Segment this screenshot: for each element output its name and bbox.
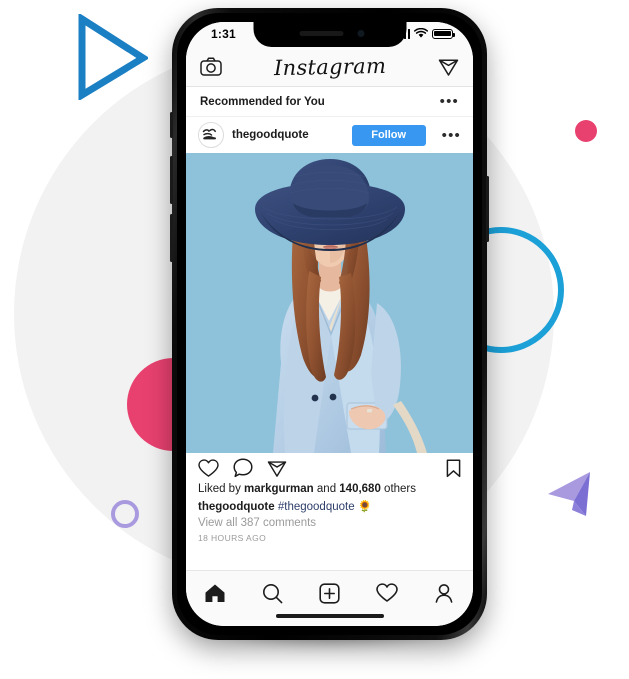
post-caption-block: Liked by markgurman and 140,680 others t… — [186, 483, 473, 547]
silent-switch[interactable] — [170, 112, 173, 138]
caption-hashtag[interactable]: #thegoodquote — [278, 501, 355, 513]
app-header: Instagram — [186, 47, 473, 87]
paper-plane-icon[interactable] — [438, 57, 459, 77]
page-background: 1:31 Instagram Recommended for You ••• t… — [0, 0, 629, 679]
view-comments-link[interactable]: View all 387 comments — [198, 517, 461, 529]
likes-suffix: others — [380, 483, 417, 495]
post-image[interactable] — [186, 153, 473, 453]
caption-emoji: 🌻 — [357, 501, 373, 513]
tab-profile[interactable] — [416, 580, 473, 606]
search-icon — [262, 583, 283, 603]
volume-down-button[interactable] — [170, 214, 173, 262]
purple-triangle-icon — [548, 470, 592, 518]
volume-up-button[interactable] — [170, 156, 173, 204]
likes-row: Liked by markgurman and 140,680 others — [198, 483, 461, 495]
caption-username[interactable]: thegoodquote — [198, 501, 275, 513]
wifi-icon — [414, 28, 428, 38]
comment-bubble-icon[interactable] — [233, 458, 253, 478]
recommended-title: Recommended for You — [200, 95, 325, 108]
earpiece-speaker — [299, 31, 343, 36]
device-notch — [253, 22, 406, 47]
heart-icon — [376, 583, 398, 602]
blue-outline-triangle-icon — [76, 14, 148, 100]
likes-count: 140,680 — [339, 483, 381, 495]
likes-username[interactable]: markgurman — [244, 483, 314, 495]
post-actions — [186, 453, 473, 483]
home-indicator[interactable] — [275, 614, 384, 618]
avatar[interactable] — [198, 122, 224, 148]
tab-search[interactable] — [243, 580, 300, 606]
person-icon — [435, 584, 453, 603]
front-camera — [357, 30, 364, 37]
post-timestamp: 18 HOURS AGO — [198, 533, 267, 543]
post-more-button[interactable]: ••• — [442, 128, 461, 143]
phone-device: 1:31 Instagram Recommended for You ••• t… — [170, 8, 489, 648]
instagram-wordmark: Instagram — [273, 53, 387, 80]
camera-icon[interactable] — [200, 57, 222, 76]
likes-middle: and — [313, 483, 340, 495]
pink-dot-icon — [575, 120, 597, 142]
recommended-more-button[interactable]: ••• — [440, 94, 459, 109]
status-time: 1:31 — [211, 27, 236, 41]
paper-plane-icon[interactable] — [267, 459, 287, 478]
home-icon — [205, 584, 225, 602]
power-button[interactable] — [486, 176, 489, 242]
caption-row: thegoodquote #thegoodquote 🌻 — [198, 499, 461, 513]
purple-ring-icon — [111, 500, 139, 528]
heart-icon[interactable] — [198, 458, 219, 478]
phone-bezel: 1:31 Instagram Recommended for You ••• t… — [177, 13, 482, 635]
plus-square-icon — [319, 582, 340, 604]
recommended-header: Recommended for You ••• — [186, 87, 473, 117]
post-header: thegoodquote Follow ••• — [186, 117, 473, 153]
tab-create[interactable] — [301, 580, 358, 606]
follow-button[interactable]: Follow — [351, 124, 426, 146]
tab-home[interactable] — [186, 580, 243, 606]
battery-icon — [432, 28, 456, 39]
phone-frame: 1:31 Instagram Recommended for You ••• t… — [170, 8, 489, 640]
post-username[interactable]: thegoodquote — [232, 129, 344, 141]
bookmark-icon[interactable] — [446, 459, 461, 478]
tab-activity[interactable] — [358, 580, 415, 606]
phone-screen: 1:31 Instagram Recommended for You ••• t… — [186, 22, 473, 626]
likes-prefix: Liked by — [198, 483, 245, 495]
